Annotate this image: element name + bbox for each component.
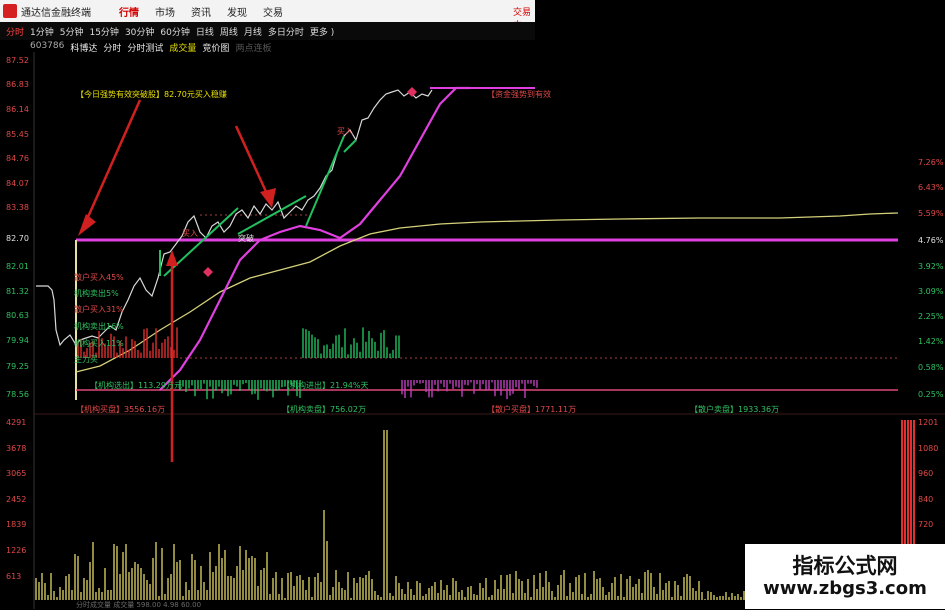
arrow-head <box>78 214 96 236</box>
flow-label: 散户买入31% <box>74 305 124 314</box>
volume-tick: 1839 <box>6 520 27 529</box>
price-tick: 81.32 <box>6 287 29 296</box>
signal-annotation: 【今日强势有效突破股】82.70元买入稳赚 <box>76 90 227 99</box>
signal-bar <box>343 139 357 153</box>
arrow-head <box>260 188 276 208</box>
price-tick: 86.83 <box>6 80 29 89</box>
volume-right-tick: 720 <box>918 520 934 529</box>
price-tick: 85.45 <box>6 130 29 139</box>
diamond-icon <box>203 267 213 277</box>
price-tick: 79.94 <box>6 336 29 345</box>
watermark-url: www.zbgs3.com <box>763 577 927 599</box>
volume-right-tick: 1201 <box>918 418 939 427</box>
pct-tick: 3.92% <box>918 262 944 271</box>
price-tick: 82.70 <box>6 234 29 243</box>
inst-buy-label: 【机构买盘】3556.16万 <box>76 405 166 414</box>
flow-label: 主力买 <box>74 355 98 364</box>
price-tick: 86.14 <box>6 105 29 114</box>
pct-tick: 1.42% <box>918 337 944 346</box>
flow-summary: 【机构进出】21.94%天 <box>282 381 369 390</box>
volume-tick: 3678 <box>6 444 27 453</box>
pct-tick: 0.25% <box>918 390 944 399</box>
pct-tick: 5.59% <box>918 209 944 218</box>
pct-tick: 2.25% <box>918 312 944 321</box>
price-tick: 87.52 <box>6 56 29 65</box>
buy-signal-label: 买入 <box>182 229 198 238</box>
breakthrough-label: 突破 <box>238 234 254 243</box>
watermark: 指标公式网 www.zbgs3.com <box>745 544 945 609</box>
price-tick: 78.56 <box>6 390 29 399</box>
flow-label: 散户买入45% <box>74 273 124 282</box>
flow-label: 机构卖出16% <box>74 322 124 331</box>
inst-sell-label: 【机构卖盘】756.02万 <box>282 405 366 414</box>
volume-right-tick: 960 <box>918 469 934 478</box>
top-right-annotation: 【资金强势到有效 <box>487 90 551 99</box>
pct-tick: 6.43% <box>918 183 944 192</box>
volume-right-tick: 1080 <box>918 444 939 453</box>
volume-tick: 3065 <box>6 469 27 478</box>
pct-tick: 3.09% <box>918 287 944 296</box>
volume-tick: 1226 <box>6 546 27 555</box>
pct-tick: 7.26% <box>918 158 944 167</box>
volume-tick: 2452 <box>6 495 27 504</box>
diamond-icon <box>407 87 417 97</box>
price-tick: 84.07 <box>6 179 29 188</box>
buy-signal-label: 买入 <box>337 127 353 136</box>
signal-bar <box>305 135 345 227</box>
pct-tick: 0.58% <box>918 363 944 372</box>
volume-tick: 613 <box>6 572 22 581</box>
arrow-line <box>234 125 270 197</box>
flow-label: 机构卖出5% <box>74 289 119 298</box>
pct-tick: 4.76% <box>918 236 944 245</box>
retail-buy-label: 【散户买盘】1771.11万 <box>487 405 577 414</box>
price-tick: 84.76 <box>6 154 29 163</box>
flow-summary: 【机构选出】113.29万元 <box>90 381 182 390</box>
volume-tick: 4291 <box>6 418 27 427</box>
arrow-line <box>82 99 142 227</box>
price-tick: 80.63 <box>6 311 29 320</box>
price-tick: 82.01 <box>6 262 29 271</box>
price-tick: 83.38 <box>6 203 29 212</box>
average-line <box>75 212 899 373</box>
price-tick: 79.25 <box>6 362 29 371</box>
watermark-title: 指标公式网 <box>792 553 898 578</box>
flow-label: 机构买入11% <box>74 339 124 348</box>
retail-sell-label: 【散户卖盘】1933.36万 <box>690 405 780 414</box>
volume-right-tick: 840 <box>918 495 934 504</box>
